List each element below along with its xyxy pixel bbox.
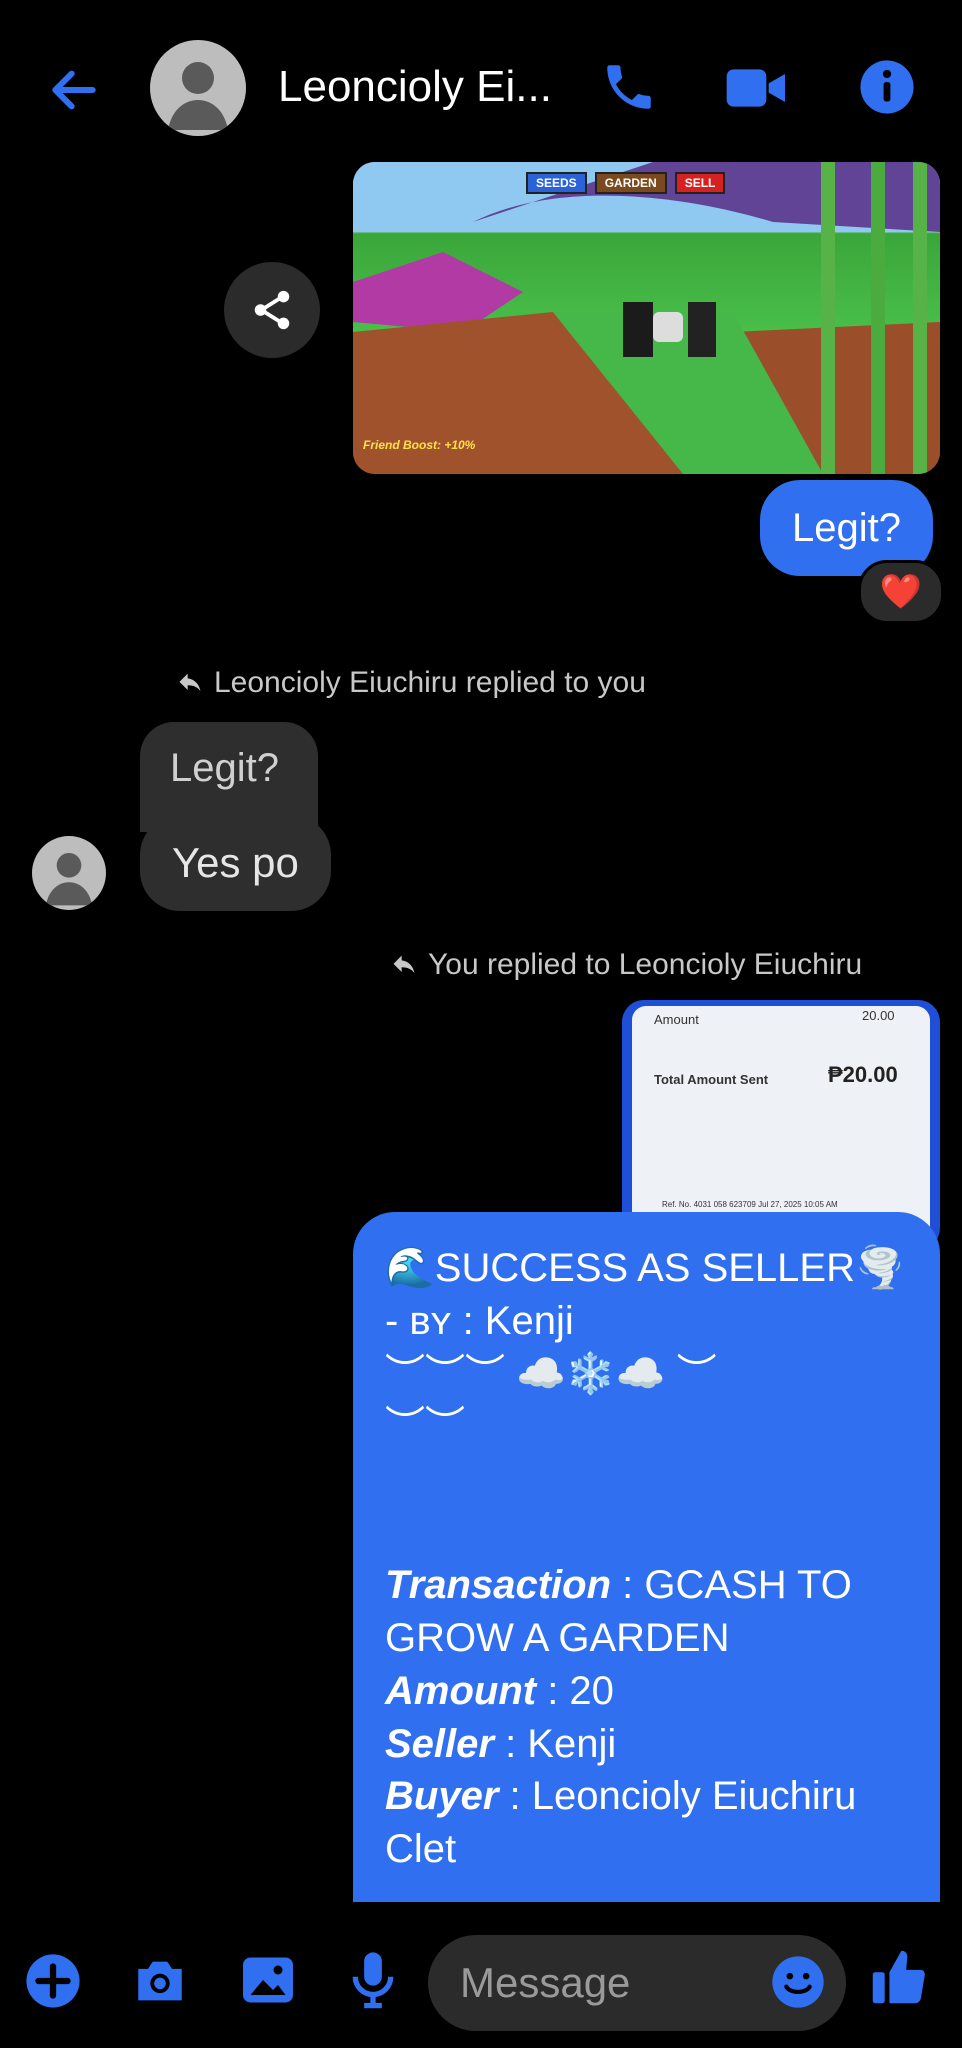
- reply-arrow-icon: [393, 955, 415, 974]
- message-bubble-seller-card[interactable]: 🌊SUCCESS AS SELLER🌪️ - ʙʏ : Kenji ︶︶︶ ☁️…: [353, 1212, 940, 1902]
- contact-avatar-small[interactable]: [32, 836, 106, 910]
- card-buyer: Buyer : Leoncioly Eiuchiru Clet: [385, 1774, 857, 1872]
- video-camera-icon[interactable]: [724, 60, 790, 116]
- receipt-amount-top: 20.00: [862, 1008, 895, 1023]
- reply-note-incoming: Leoncioly Eiuchiru replied to you: [176, 666, 646, 700]
- image-icon[interactable]: [238, 1950, 298, 2015]
- share-icon: [254, 290, 290, 330]
- info-icon[interactable]: [858, 58, 916, 116]
- message-placeholder: Message: [460, 1959, 631, 2006]
- receipt-total-label: Total Amount Sent: [654, 1072, 769, 1087]
- card-by-line: - ʙʏ : Kenji: [385, 1298, 574, 1343]
- reply-arrow-icon: [179, 673, 201, 692]
- camera-icon[interactable]: [130, 1952, 190, 2015]
- card-deco-line: ︶︶︶ ☁️❄️☁️ ︶: [385, 1351, 717, 1396]
- game-caption: Friend Boost: +10%: [363, 438, 476, 452]
- plus-circle-icon[interactable]: [24, 1952, 82, 2015]
- back-arrow-icon[interactable]: [46, 62, 102, 118]
- emoji-icon[interactable]: [770, 1954, 826, 2015]
- receipt-ref: Ref. No. 4031 058 623709 Jul 27, 2025 10…: [662, 1200, 838, 1209]
- game-tab-garden: GARDEN: [594, 172, 667, 194]
- message-text: Legit?: [792, 505, 901, 550]
- message-bubble-incoming[interactable]: Yes po: [140, 815, 331, 911]
- share-button[interactable]: [224, 262, 320, 358]
- microphone-icon[interactable]: [346, 1948, 400, 2015]
- conversation-title[interactable]: Leoncioly Ei...: [278, 62, 552, 112]
- card-seller: Seller : Kenji: [385, 1721, 617, 1766]
- receipt-total-value: ₱20.00: [828, 1062, 898, 1087]
- card-headline: 🌊SUCCESS AS SELLER🌪️: [385, 1246, 905, 1290]
- game-tab-sell: SELL: [674, 172, 726, 194]
- game-tab-seeds: SEEDS: [526, 172, 587, 194]
- phone-icon[interactable]: [600, 58, 658, 116]
- thumbs-up-icon[interactable]: [870, 1946, 928, 2013]
- game-screenshot-image[interactable]: SEEDS GARDEN SELL Friend Boost: +10%: [353, 162, 940, 474]
- card-amount: Amount : 20: [385, 1668, 614, 1713]
- card-transaction: Transaction : GCASH TO GROW A GARDEN: [385, 1563, 852, 1660]
- contact-avatar[interactable]: [150, 40, 246, 136]
- card-deco-line: ︶︶: [385, 1404, 465, 1449]
- reply-note-outgoing: You replied to Leoncioly Eiuchiru: [390, 948, 862, 982]
- message-text: Yes po: [172, 839, 299, 886]
- heart-reaction[interactable]: ❤️: [858, 560, 944, 624]
- heart-icon: ❤️: [879, 573, 923, 611]
- receipt-amount-label: Amount: [654, 1012, 699, 1027]
